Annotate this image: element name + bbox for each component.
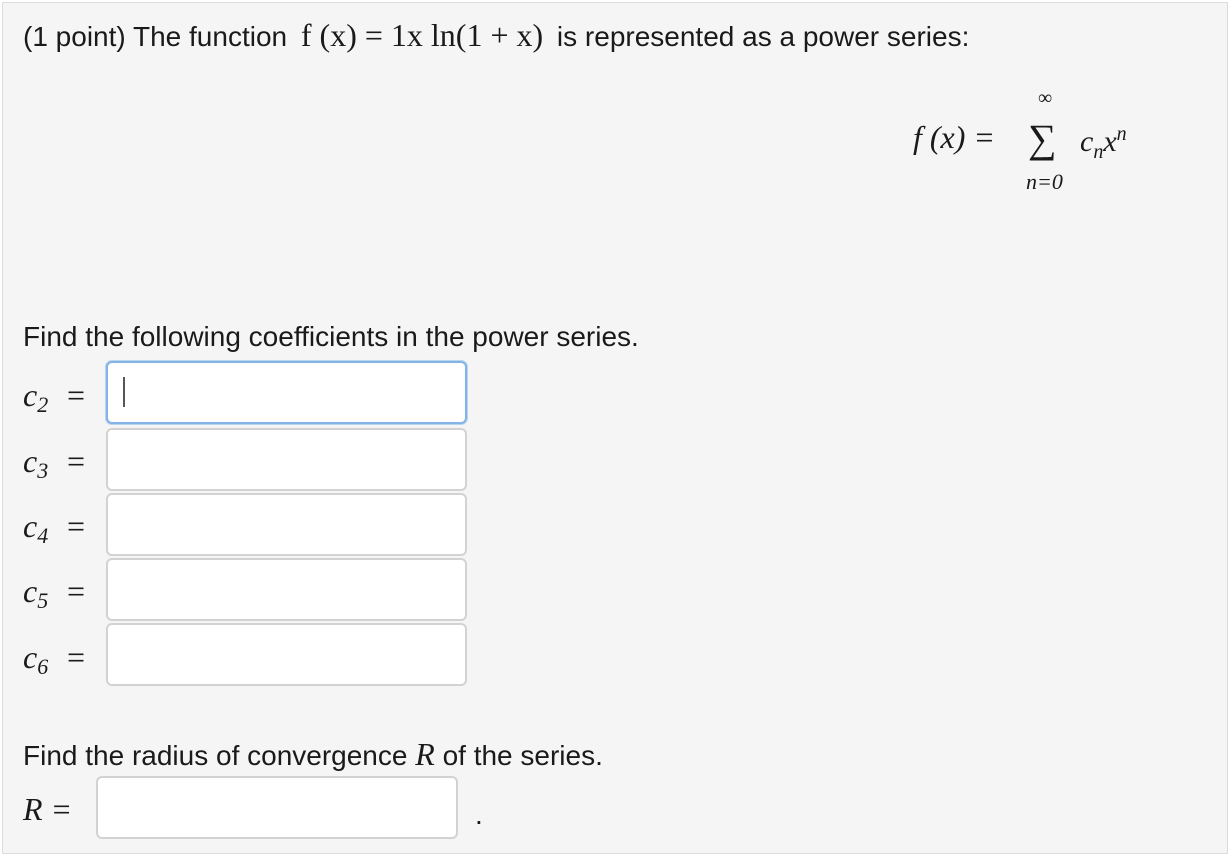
coef-label-c3: c3 xyxy=(23,443,49,483)
function-expression: f (x) = 1x ln(1 + x) xyxy=(300,17,544,53)
equals-sign: = xyxy=(67,639,86,675)
series-upper-limit: ∞ xyxy=(1038,87,1053,109)
problem-trailing-text: is represented as a power series: xyxy=(556,21,970,52)
radius-prompt: Find the radius of convergence R of the … xyxy=(23,736,603,772)
c6-answer-input[interactable] xyxy=(106,623,467,686)
equals-sign: = xyxy=(67,377,86,413)
series-lhs: f (x) = xyxy=(913,119,995,155)
text-caret xyxy=(123,377,125,407)
coef-label-c2: c2 xyxy=(23,377,49,417)
series-term: cnxn xyxy=(1080,123,1127,163)
problem-statement: (1 point) The function f (x) = 1x ln(1 +… xyxy=(23,17,969,54)
problem-panel: (1 point) The function f (x) = 1x ln(1 +… xyxy=(2,2,1228,854)
trailing-period: . xyxy=(475,799,483,830)
c2-answer-input[interactable] xyxy=(106,361,467,424)
radius-answer-input[interactable] xyxy=(96,776,458,839)
coefficients-prompt: Find the following coefficients in the p… xyxy=(23,321,639,352)
radius-label: R = xyxy=(23,791,73,827)
coef-label-c5: c5 xyxy=(23,573,49,613)
power-series-formula: f (x) = ∞ ∑ cnxn n=0 xyxy=(908,81,1168,211)
c3-answer-input[interactable] xyxy=(106,428,467,491)
series-lower-limit: n=0 xyxy=(1026,169,1063,194)
problem-points-label: (1 point) The function xyxy=(23,21,288,52)
coef-label-c6: c6 xyxy=(23,639,49,679)
coef-label-c4: c4 xyxy=(23,508,49,548)
c5-answer-input[interactable] xyxy=(106,558,467,621)
sigma-symbol: ∑ xyxy=(1028,116,1057,161)
equals-sign: = xyxy=(67,508,86,544)
equals-sign: = xyxy=(67,573,86,609)
c4-answer-input[interactable] xyxy=(106,493,467,556)
equals-sign: = xyxy=(67,443,86,479)
